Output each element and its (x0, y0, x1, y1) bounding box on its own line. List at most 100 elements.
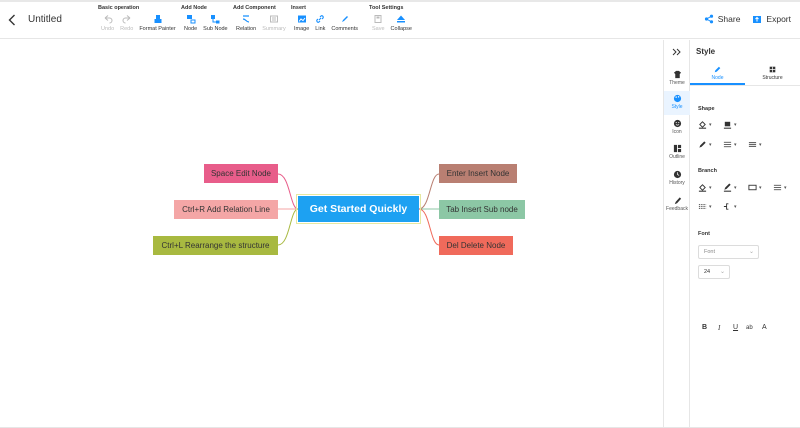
image-icon (297, 15, 306, 23)
branch-section-title: Branch (698, 168, 717, 174)
underline-button[interactable]: U (733, 324, 738, 331)
font-section-title: Font (698, 231, 710, 237)
theme-icon (673, 70, 681, 79)
tool-settings-group: Tool Settings Save Collapse (369, 5, 415, 32)
share-label: Share (717, 14, 741, 24)
pen-icon (699, 141, 706, 148)
bold-button[interactable]: B (702, 324, 707, 331)
undo-icon (104, 15, 113, 24)
right-node-3[interactable]: Del Delete Node (439, 236, 513, 255)
chevron-down-icon: ⌄ (719, 269, 725, 275)
smiley-icon (673, 119, 681, 128)
summary-button[interactable]: Summary (259, 14, 289, 32)
mind-map-canvas[interactable]: Get Started Quickly Space Edit Node Ctrl… (0, 40, 663, 428)
share-button[interactable]: Share (704, 14, 741, 24)
left-node-2[interactable]: Ctrl+R Add Relation Line (174, 200, 278, 219)
collapse-button[interactable]: Collapse (388, 14, 415, 32)
add-node-group: Add Node Node Sub Node (181, 5, 231, 32)
redo-button[interactable]: Redo (117, 14, 136, 32)
rail-history[interactable]: History (664, 167, 690, 191)
rail-icon[interactable]: Icon (664, 116, 690, 140)
rail-style-label: Style (671, 104, 683, 110)
insert-image-button[interactable]: Image (291, 14, 312, 32)
add-node-button[interactable]: Node (181, 14, 200, 32)
branch-line-color-control[interactable]: ▾ (723, 183, 737, 192)
export-button[interactable]: Export (752, 14, 791, 24)
rail-style[interactable]: Style (664, 91, 690, 115)
rail-feedback-label: Feedback (666, 206, 688, 212)
line-weight-icon (773, 184, 782, 191)
rail-outline-label: Outline (669, 154, 685, 160)
font-family-value: Font (704, 249, 716, 255)
sub-node-icon (211, 15, 220, 24)
border-dash-control[interactable]: ▾ (748, 140, 762, 149)
italic-button[interactable]: I (718, 324, 720, 332)
comments-label: Comments (331, 26, 358, 32)
branch-shape-control[interactable]: ▾ (748, 183, 762, 192)
outline-icon (673, 144, 681, 153)
redo-label: Redo (120, 26, 134, 32)
font-color-button[interactable]: A (762, 324, 767, 331)
rail-history-label: History (669, 180, 685, 186)
strikethrough-button[interactable]: ab (746, 325, 753, 331)
export-label: Export (766, 14, 791, 24)
insert-comments-button[interactable]: Comments (328, 14, 361, 32)
format-painter-button[interactable]: Format Painter (136, 14, 178, 32)
relation-button[interactable]: Relation (233, 14, 259, 32)
collapse-panel-icon[interactable] (670, 46, 684, 58)
tab-structure[interactable]: Structure (745, 66, 800, 85)
shape-section-title: Shape (698, 106, 715, 112)
add-sub-node-button[interactable]: Sub Node (200, 14, 230, 32)
left-node-3[interactable]: Ctrl+L Rearrange the structure (153, 236, 278, 255)
rectangle-icon (748, 184, 757, 191)
border-width-control[interactable]: ▾ (723, 140, 737, 149)
side-rail: Theme Style Icon Outline History Feedbac… (663, 40, 690, 428)
top-toolbar: Untitled Basic operation Undo Redo Forma… (0, 2, 800, 39)
rail-theme[interactable]: Theme (664, 67, 690, 91)
right-node-2[interactable]: Tab Insert Sub node (439, 200, 525, 219)
panel-title: Style (696, 47, 716, 56)
border-icon (723, 121, 732, 129)
paint-bucket-icon (698, 121, 707, 129)
insert-link-button[interactable]: Link (312, 14, 328, 32)
rail-feedback[interactable]: Feedback (664, 193, 690, 217)
group-title: Add Component (233, 5, 276, 11)
summary-icon (269, 15, 278, 23)
save-button[interactable]: Save (369, 14, 388, 32)
format-painter-icon (154, 15, 161, 23)
share-icon (704, 14, 713, 24)
line-style-icon (698, 204, 707, 209)
root-node[interactable]: Get Started Quickly (296, 194, 421, 224)
left-node-1[interactable]: Space Edit Node (204, 164, 278, 183)
back-icon[interactable] (5, 11, 19, 29)
border-color-control[interactable]: ▾ (723, 120, 737, 129)
branch-dash-control[interactable]: ▾ (698, 202, 712, 211)
tab-node[interactable]: Node (690, 66, 745, 85)
branch-width-control[interactable]: ▾ (773, 183, 787, 192)
style-panel: Style Node Structure Shape ▾ ▾ ▾ ▾ ▾ Bra… (690, 40, 800, 428)
relation-label: Relation (236, 26, 257, 32)
branch-fill-control[interactable]: ▾ (698, 183, 712, 192)
font-family-select[interactable]: Font ⌄ (698, 245, 759, 259)
node-label: Node (184, 26, 198, 32)
branch-connector-control[interactable]: ▾ (723, 202, 737, 211)
save-label: Save (372, 26, 385, 32)
rail-outline[interactable]: Outline (664, 141, 690, 165)
fill-color-control[interactable]: ▾ (698, 120, 712, 129)
palette-icon (673, 94, 681, 103)
export-icon (753, 16, 762, 23)
comments-icon (341, 16, 348, 22)
link-label: Link (315, 26, 326, 32)
link-icon (316, 15, 325, 23)
border-style-control[interactable]: ▾ (698, 140, 712, 149)
font-size-select[interactable]: 24 ⌄ (698, 265, 730, 279)
right-node-1[interactable]: Enter Insert Node (439, 164, 517, 183)
rail-theme-label: Theme (669, 80, 685, 86)
image-label: Image (294, 26, 310, 32)
tab-node-label: Node (711, 75, 724, 81)
relation-icon (243, 15, 250, 23)
panel-tabs: Node Structure (690, 66, 800, 86)
paint-bucket-icon (698, 184, 707, 192)
undo-button[interactable]: Undo (98, 14, 117, 32)
document-title[interactable]: Untitled (28, 14, 62, 25)
